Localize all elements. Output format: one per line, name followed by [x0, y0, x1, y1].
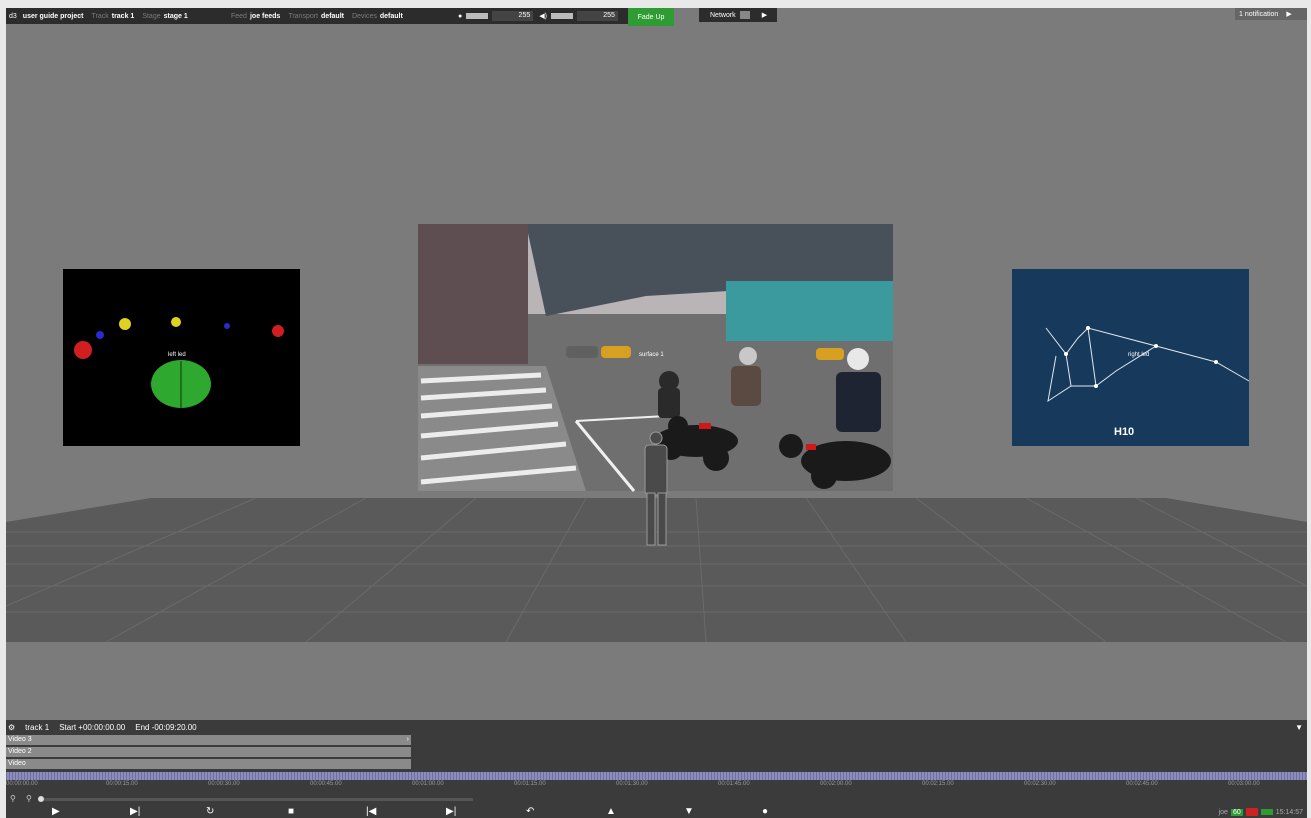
center-surface-label: surface 1 — [639, 352, 664, 358]
project-name[interactable]: user guide project — [23, 13, 84, 20]
brightness-icon: ● — [458, 12, 463, 20]
time-label: 00:02:00.00 — [820, 781, 852, 787]
previous-icon[interactable]: |◀ — [366, 806, 376, 817]
transport-value[interactable]: default — [321, 13, 344, 20]
time-label: 00:03:00.00 — [1228, 781, 1260, 787]
time-label: 00:01:30.00 — [616, 781, 648, 787]
status-alert[interactable] — [1245, 808, 1258, 816]
track-value[interactable]: track 1 — [112, 13, 135, 20]
stage-label: Stage — [142, 12, 161, 20]
time-label: 00:01:45.00 — [718, 781, 750, 787]
notification-arrow-icon: ▶ — [1286, 11, 1292, 18]
feed-value[interactable]: joe feeds — [250, 13, 280, 20]
timeline-menu-icon[interactable]: ▼ — [1295, 723, 1303, 732]
record-icon[interactable]: ● — [762, 806, 768, 817]
project-info: d3 user guide project Track track 1 Stag… — [6, 8, 226, 24]
play-icon[interactable]: ▶ — [52, 806, 60, 817]
devices-value[interactable]: default — [380, 13, 403, 20]
layer-video-2[interactable]: Video 2 — [6, 747, 411, 757]
top-bar: d3 user guide project Track track 1 Stag… — [6, 8, 1307, 26]
volume-value[interactable]: 255 — [576, 11, 618, 21]
time-label: 00:00:30.00 — [208, 781, 240, 787]
track-end: End -00:09:20.00 — [135, 722, 197, 732]
next-icon[interactable]: ▶| — [446, 806, 456, 817]
network-label: Network — [710, 11, 736, 19]
timeline-panel: ⚙ track 1 Start +00:00:00.00 End -00:09:… — [6, 720, 1307, 818]
layer-name: Video 2 — [8, 748, 32, 755]
volume-slider[interactable] — [550, 13, 573, 19]
right-screen-caption: H10 — [1114, 426, 1135, 438]
layer-video[interactable]: Video — [6, 759, 411, 769]
level-controls: ● 255 ◀) 255 — [448, 8, 628, 24]
layer-name: Video — [8, 760, 26, 767]
d3-application: d3 user guide project Track track 1 Stag… — [6, 8, 1307, 818]
time-label: 00:01:00.00 — [412, 781, 444, 787]
zoom-in-icon[interactable]: ⚲ — [26, 794, 32, 803]
time-labels: 00:00:00.00 00:00:15.00 00:00:30.00 00:0… — [6, 781, 1307, 791]
track-name[interactable]: track 1 — [25, 723, 49, 732]
status-time: 15:14:57 — [1275, 808, 1303, 816]
layer-arrow-icon[interactable]: › — [407, 735, 409, 745]
feed-transport-info: Feed joe feeds Transport default Devices… — [226, 8, 448, 24]
notification-label: 1 notification — [1239, 10, 1279, 18]
stage-floor — [6, 498, 1307, 642]
time-label: 00:02:45.00 — [1126, 781, 1158, 787]
track-label: Track — [91, 12, 109, 20]
zoom-out-icon[interactable]: ⚲ — [10, 794, 16, 803]
devices-label: Devices — [351, 12, 377, 20]
zoom-bar: ⚲ ⚲ — [6, 794, 486, 804]
network-button[interactable]: Network ▶ — [699, 8, 777, 22]
timeline-header: ⚙ track 1 Start +00:00:00.00 End -00:09:… — [6, 720, 1307, 734]
stage-value[interactable]: stage 1 — [164, 13, 188, 20]
left-led-label: left led — [168, 352, 186, 358]
right-led-label: right led — [1128, 352, 1150, 358]
track-start: Start +00:00:00.00 — [59, 722, 126, 732]
status-indicator — [1260, 809, 1273, 815]
time-label: 00:00:15.00 — [106, 781, 138, 787]
play-loop-section-icon[interactable]: ↻ — [206, 806, 214, 817]
transport-controls: ▶ ▶| ↻ ■ |◀ ▶| ↶ ▲ ▼ ● — [6, 806, 806, 818]
stage-viewport[interactable]: left led surface 1 right led H10 — [6, 26, 1307, 720]
transport-label: Transport — [288, 12, 319, 20]
stop-icon[interactable]: ■ — [288, 806, 294, 817]
time-label: 00:01:15.00 — [514, 781, 546, 787]
brightness-value[interactable]: 255 — [492, 11, 534, 21]
zoom-handle[interactable] — [38, 796, 44, 802]
network-toggle[interactable] — [739, 11, 750, 19]
timeline-ruler[interactable] — [6, 772, 1307, 780]
loop-icon[interactable]: ↶ — [526, 806, 534, 817]
notification-button[interactable]: 1 notification ▶ — [1235, 8, 1307, 20]
gear-icon[interactable]: ⚙ — [8, 723, 15, 732]
brightness-slider[interactable] — [466, 13, 489, 19]
fade-up-button[interactable]: Fade Up — [628, 8, 674, 26]
volume-icon: ◀) — [539, 13, 547, 20]
feed-label: Feed — [231, 12, 247, 20]
status-user: joe — [1218, 808, 1228, 816]
network-arrow-icon[interactable]: ▶ — [762, 11, 767, 19]
up-icon[interactable]: ▲ — [606, 806, 616, 817]
play-to-end-icon[interactable]: ▶| — [130, 806, 140, 817]
stage-render — [6, 224, 1307, 720]
down-icon[interactable]: ▼ — [684, 806, 694, 817]
time-label: 00:02:30.00 — [1024, 781, 1056, 787]
layer-name: Video 3 — [8, 736, 32, 743]
zoom-slider[interactable] — [38, 798, 473, 801]
time-label: 00:00:00.00 — [6, 781, 38, 787]
layer-video-3[interactable]: Video 3 › — [6, 735, 411, 745]
status-fps: 60 — [1230, 808, 1243, 816]
time-label: 00:00:45.00 — [310, 781, 342, 787]
status-bar: joe 60 15:14:57 — [1219, 806, 1307, 818]
app-logo: d3 — [9, 12, 17, 20]
time-label: 00:02:15.00 — [922, 781, 954, 787]
